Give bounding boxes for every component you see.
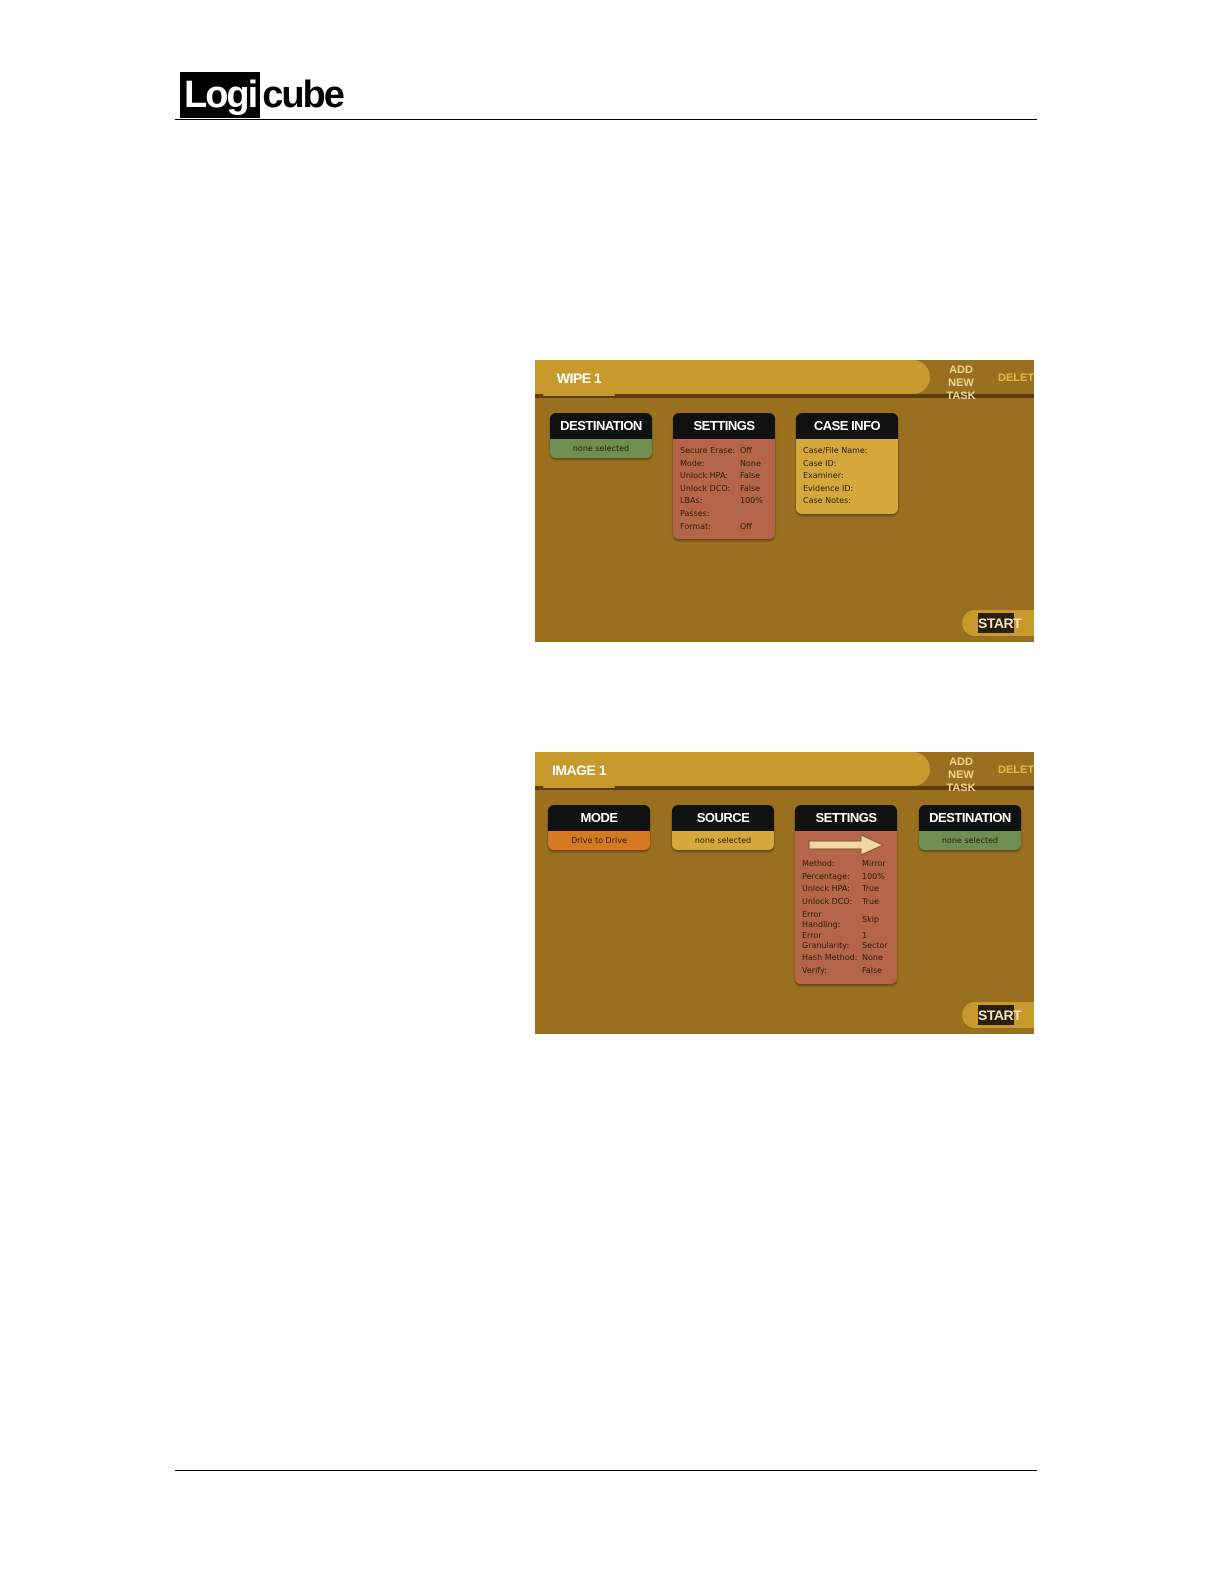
- arrow-right-icon: [795, 831, 897, 856]
- settings-row: Unlock DCO: True: [802, 896, 879, 906]
- delete-button[interactable]: DELETE: [998, 764, 1034, 776]
- card-title: SETTINGS: [673, 413, 775, 439]
- settings-row: Verify: False: [802, 965, 883, 975]
- settings-row: Hash Method: None: [802, 953, 883, 963]
- mode-value: Drive to Drive: [571, 836, 627, 845]
- card-title: SOURCE: [672, 805, 774, 831]
- logo-box-text: Logi: [180, 72, 261, 118]
- wipe-destination-card[interactable]: DESTINATION none selected: [550, 413, 652, 458]
- case-info-field: Case/File Name:: [803, 446, 868, 455]
- wipe-screen: WIPE 1 ADD NEW TASK DELETE DESTINATION n…: [535, 360, 1034, 642]
- logo-rest-text: cube: [262, 74, 345, 116]
- settings-row: Unlock HPA: False: [680, 471, 761, 481]
- image-screen: IMAGE 1 ADD NEW TASK DELETE MODE Drive t…: [535, 752, 1034, 1034]
- case-info-field: Examiner:: [803, 471, 844, 481]
- image-settings-card[interactable]: SETTINGS Method: Mirror Percentage: 100% U…: [795, 805, 897, 984]
- add-new-task-button[interactable]: ADD NEW TASK: [935, 756, 987, 795]
- settings-row: Passes:: [680, 508, 710, 518]
- wipe-settings-card[interactable]: SETTINGS Secure Erase: Off Mode: None Unlo…: [673, 413, 775, 540]
- card-title: CASE INFO: [796, 413, 898, 439]
- card-title: MODE: [548, 805, 650, 831]
- image-mode-card[interactable]: MODE Drive to Drive: [548, 805, 650, 850]
- settings-row: LBAs: 100%: [680, 496, 763, 506]
- source-value: none selected: [694, 836, 752, 845]
- case-info-field: Case Notes:: [803, 496, 851, 506]
- settings-row: Unlock DCO: False: [680, 483, 761, 493]
- settings-row: Mode: None: [680, 458, 761, 468]
- start-button[interactable]: START: [978, 1005, 1022, 1025]
- add-new-task-button[interactable]: ADD NEW TASK: [935, 364, 987, 403]
- image-destination-card[interactable]: DESTINATION none selected: [919, 805, 1021, 850]
- card-title: DESTINATION: [919, 805, 1021, 831]
- image-source-card[interactable]: SOURCE none selected: [672, 805, 774, 850]
- start-button[interactable]: START: [978, 613, 1022, 633]
- destination-value: none selected: [941, 836, 999, 845]
- header-rule: [175, 119, 1037, 120]
- case-info-field: Evidence ID:: [803, 483, 854, 493]
- tab-image-1[interactable]: IMAGE 1: [543, 752, 615, 788]
- card-title: SETTINGS: [795, 805, 897, 831]
- tab-wipe-1[interactable]: WIPE 1: [543, 360, 615, 396]
- wipe-case-info-card[interactable]: CASE INFO Case/File Name: Case ID: Exami…: [796, 413, 898, 514]
- logicube-logo: Logi cube: [180, 72, 345, 118]
- destination-value: none selected: [572, 444, 630, 453]
- footer-rule: [175, 1470, 1037, 1471]
- case-info-field: Case ID:: [803, 458, 837, 468]
- delete-button[interactable]: DELETE: [998, 372, 1034, 384]
- settings-row: Error Granularity: 1 Sector: [802, 931, 888, 950]
- settings-row: Format: Off: [680, 521, 752, 531]
- settings-row: Method: Mirror: [802, 859, 886, 868]
- card-title: DESTINATION: [550, 413, 652, 439]
- settings-row: Error Handling: Skip: [802, 910, 880, 929]
- settings-row: Percentage: 100%: [802, 871, 885, 881]
- settings-row: Unlock HPA: True: [802, 884, 879, 894]
- settings-row: Secure Erase: Off: [680, 446, 752, 455]
